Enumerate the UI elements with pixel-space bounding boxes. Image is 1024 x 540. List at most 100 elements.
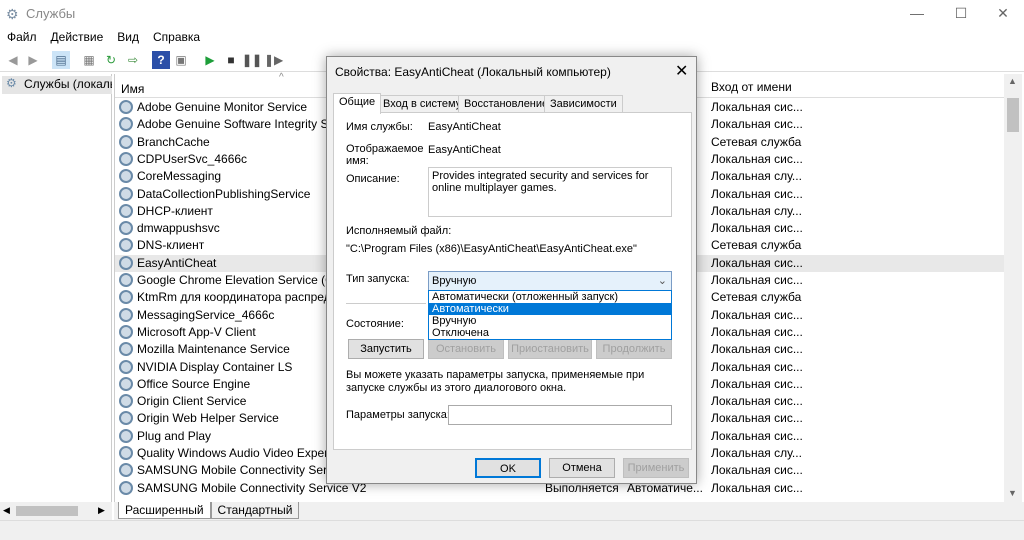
service-logon: Локальная сис... [711, 273, 803, 287]
tab-dependencies[interactable]: Зависимости [544, 95, 623, 113]
cancel-button[interactable]: Отмена [549, 458, 615, 478]
maximize-button[interactable]: ☐ [938, 0, 984, 28]
menu-action[interactable]: Действие [44, 28, 111, 46]
service-name: Adobe Genuine Software Integrity Servi [137, 117, 348, 132]
service-name: DHCP-клиент [137, 203, 213, 218]
properties-dialog: Свойства: EasyAntiCheat (Локальный компь… [326, 56, 697, 484]
pause-icon[interactable]: ❚❚ [242, 51, 262, 69]
description-label: Описание: [346, 173, 400, 185]
stop-icon[interactable]: ■ [222, 51, 240, 69]
description-box[interactable]: Provides integrated security and service… [428, 167, 672, 217]
service-gear-icon [119, 307, 133, 322]
menu-file[interactable]: Файл [0, 28, 44, 46]
general-panel: Имя службы: EasyAntiCheat Отображаемое и… [333, 112, 692, 450]
service-gear-icon [119, 100, 133, 114]
service-gear-icon [119, 169, 133, 184]
minimize-button[interactable]: — [894, 0, 940, 28]
service-logon: Локальная сис... [711, 394, 803, 409]
tab-logon[interactable]: Вход в систему [377, 95, 468, 113]
vertical-scrollbar[interactable]: ▲ ▼ [1004, 74, 1022, 502]
help-icon[interactable]: ? [152, 51, 170, 69]
forward-icon[interactable]: ▶ [24, 51, 42, 69]
dialog-close-button[interactable]: ✕ [675, 61, 688, 81]
scroll-thumb[interactable] [1007, 98, 1019, 132]
scroll-up-icon[interactable]: ▲ [1008, 76, 1017, 86]
pause-button[interactable]: Приостановить [508, 339, 592, 359]
service-gear-icon [119, 117, 133, 132]
scroll-left-icon[interactable]: ◀ [3, 505, 10, 516]
console-tree-icon[interactable]: ▤ [52, 51, 70, 69]
service-gear-icon [119, 428, 133, 443]
restart-icon[interactable]: ❚▶ [264, 51, 283, 69]
close-button[interactable]: ✕ [980, 0, 1024, 28]
left-pane: ⚙ Службы (локалы [0, 74, 112, 502]
service-logon: Локальная слу... [711, 446, 802, 460]
sort-up-icon: ^ [279, 72, 284, 83]
service-logon: Локальная сис... [711, 255, 803, 270]
service-logon: Локальная сис... [711, 221, 803, 236]
option-manual[interactable]: Вручную [429, 315, 671, 327]
refresh-icon[interactable]: ↻ [102, 51, 120, 69]
service-gear-icon [119, 480, 133, 495]
start-button[interactable]: Запустить [348, 339, 424, 359]
menu-help[interactable]: Справка [146, 28, 207, 46]
stop-button[interactable]: Остановить [428, 339, 504, 359]
back-icon[interactable]: ◀ [4, 51, 22, 69]
service-logon: Локальная сис... [711, 411, 803, 426]
service-gear-icon [119, 324, 133, 339]
service-logon: Локальная сис... [711, 324, 803, 339]
tree-item-services-local[interactable]: ⚙ Службы (локалы [2, 76, 112, 94]
params-input[interactable] [448, 405, 672, 425]
service-name: KtmRm для координатора распределе [137, 290, 351, 305]
export-icon[interactable]: ⇨ [124, 51, 142, 69]
service-logon: Локальная слу... [711, 169, 802, 184]
service-name: MessagingService_4666c [137, 307, 275, 322]
service-name: Mozilla Maintenance Service [137, 342, 290, 357]
scroll-down-icon[interactable]: ▼ [1008, 488, 1017, 498]
play-icon[interactable]: ▶ [201, 51, 219, 69]
service-name: NVIDIA Display Container LS [137, 359, 293, 374]
description-text: Provides integrated security and service… [432, 170, 649, 194]
tree-item-label: Службы (локалы [24, 77, 112, 91]
service-gear-icon [119, 151, 133, 166]
service-logon: Локальная сис... [711, 376, 803, 391]
tab-general[interactable]: Общие [333, 93, 382, 114]
exe-path: "C:\Program Files (x86)\EasyAntiCheat\Ea… [346, 243, 637, 255]
service-gear-icon [119, 394, 133, 409]
service-name: CoreMessaging [137, 169, 222, 184]
hscroll-thumb[interactable] [16, 506, 78, 516]
service-logon: Сетевая служба [711, 238, 802, 253]
title-bar: ⚙ Службы — ☐ ✕ [0, 0, 1024, 28]
service-name: Google Chrome Elevation Service (Goog [137, 273, 355, 287]
option-disabled[interactable]: Отключена [429, 327, 671, 339]
state-label: Состояние: [346, 318, 404, 330]
horizontal-scrollbar[interactable]: ◀ ▶ [0, 502, 112, 520]
ok-button[interactable]: OK [475, 458, 541, 478]
properties-icon[interactable]: ▦ [80, 51, 98, 69]
service-name: Quality Windows Audio Video Experienc [137, 446, 351, 460]
tab-standard[interactable]: Стандартный [210, 502, 300, 519]
service-logon: Локальная сис... [711, 117, 803, 132]
column-logon[interactable]: Вход от имени [711, 80, 792, 94]
service-name: Office Source Engine [137, 376, 251, 391]
display-name-label: Отображаемое имя: [346, 143, 424, 167]
service-gear-icon [119, 376, 133, 391]
resume-button[interactable]: Продолжить [596, 339, 672, 359]
apply-button[interactable]: Применить [623, 458, 689, 478]
services-icon: ⚙ [6, 76, 17, 90]
tab-recovery[interactable]: Восстановление [458, 95, 555, 113]
service-logon: Сетевая служба [711, 290, 802, 305]
service-name: BranchCache [137, 134, 210, 149]
option-auto-delayed[interactable]: Автоматически (отложенный запуск) [429, 291, 671, 303]
tab-extended[interactable]: Расширенный [118, 502, 211, 519]
startup-hint: Вы можете указать параметры запуска, при… [346, 369, 645, 394]
startup-type-select[interactable]: Вручную ⌄ [428, 271, 672, 291]
dialog-title: Свойства: EasyAntiCheat (Локальный компь… [335, 65, 611, 79]
scroll-right-icon[interactable]: ▶ [98, 505, 105, 516]
menu-view[interactable]: Вид [110, 28, 146, 46]
option-auto[interactable]: Автоматически [429, 303, 671, 315]
service-gear-icon [119, 446, 133, 460]
service-name: Adobe Genuine Monitor Service [137, 100, 308, 114]
show-hide-icon[interactable]: ▣ [172, 51, 190, 69]
column-name[interactable]: Имя [121, 82, 144, 96]
